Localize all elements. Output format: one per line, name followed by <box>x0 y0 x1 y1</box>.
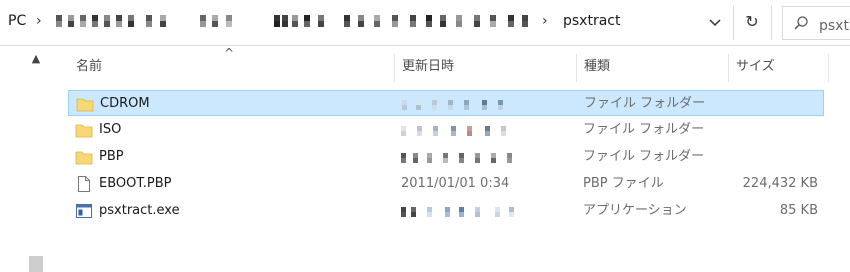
column-header-name[interactable]: 名前 <box>68 46 394 88</box>
file-type: ファイル フォルダー <box>583 149 705 164</box>
file-row-cdrom[interactable]: CDROM ファイル フォルダー <box>68 90 824 116</box>
redacted-breadcrumb-segment[interactable] <box>274 15 334 29</box>
file-row-eboot-pbp[interactable]: EBOOT.PBP 2011/01/01 0:34 PBP ファイル 224,4… <box>68 171 824 197</box>
chevron-right-icon[interactable]: › <box>542 13 548 29</box>
file-row-pbp[interactable]: PBP ファイル フォルダー <box>68 144 824 170</box>
chevron-down-icon <box>709 19 721 27</box>
redacted-breadcrumb-segment[interactable] <box>344 15 534 29</box>
column-header-size[interactable]: サイズ <box>728 46 828 88</box>
column-header-type[interactable]: 種類 <box>576 46 728 88</box>
redacted-date <box>401 153 517 163</box>
scroll-up-arrow-icon[interactable]: ▲ <box>26 52 46 68</box>
address-bar: PC › › psxtract ↻ psxt <box>0 0 850 46</box>
scrollbar-thumb[interactable] <box>29 256 43 272</box>
redacted-breadcrumb-segment[interactable] <box>200 15 240 29</box>
navigation-pane-scrollbar[interactable]: ▲ <box>26 46 46 272</box>
file-name[interactable]: psxtract.exe <box>99 198 180 224</box>
folder-icon <box>75 124 93 138</box>
divider <box>733 6 734 40</box>
refresh-button[interactable]: ↻ <box>740 9 764 35</box>
search-input[interactable]: psxtract の検索 <box>819 15 849 35</box>
file-row-iso[interactable]: ISO ファイル フォルダー <box>68 117 824 143</box>
file-date: 2011/01/01 0:34 <box>401 176 510 191</box>
file-name[interactable]: PBP <box>99 144 124 170</box>
file-size: 85 KB <box>779 203 818 218</box>
refresh-icon: ↻ <box>745 12 759 31</box>
folder-icon <box>76 98 94 112</box>
breadcrumb-pc[interactable]: PC <box>8 13 26 29</box>
redacted-date <box>402 100 512 110</box>
redacted-date <box>401 207 517 217</box>
column-divider[interactable] <box>828 54 829 82</box>
file-name[interactable]: CDROM <box>100 91 150 117</box>
file-row-psxtract-exe[interactable]: psxtract.exe アプリケーション 85 KB <box>68 198 824 224</box>
file-size: 224,432 KB <box>742 176 818 191</box>
document-icon <box>78 176 90 192</box>
file-type: PBP ファイル <box>583 176 664 191</box>
search-icon <box>794 16 808 30</box>
application-icon <box>76 204 92 218</box>
file-type: ファイル フォルダー <box>584 96 706 111</box>
breadcrumb-current-folder[interactable]: psxtract <box>563 13 620 29</box>
address-history-dropdown[interactable] <box>706 12 724 32</box>
file-type: ファイル フォルダー <box>583 122 705 137</box>
redacted-date <box>401 126 517 136</box>
redacted-breadcrumb-segment[interactable] <box>56 15 176 29</box>
search-box[interactable]: psxtract の検索 <box>782 6 850 40</box>
column-header-date[interactable]: 更新日時 <box>394 46 576 88</box>
divider <box>771 6 772 40</box>
file-name[interactable]: ISO <box>99 117 121 143</box>
chevron-right-icon[interactable]: › <box>36 13 42 29</box>
folder-icon <box>75 151 93 165</box>
file-name[interactable]: EBOOT.PBP <box>99 171 172 197</box>
file-type: アプリケーション <box>583 203 687 218</box>
